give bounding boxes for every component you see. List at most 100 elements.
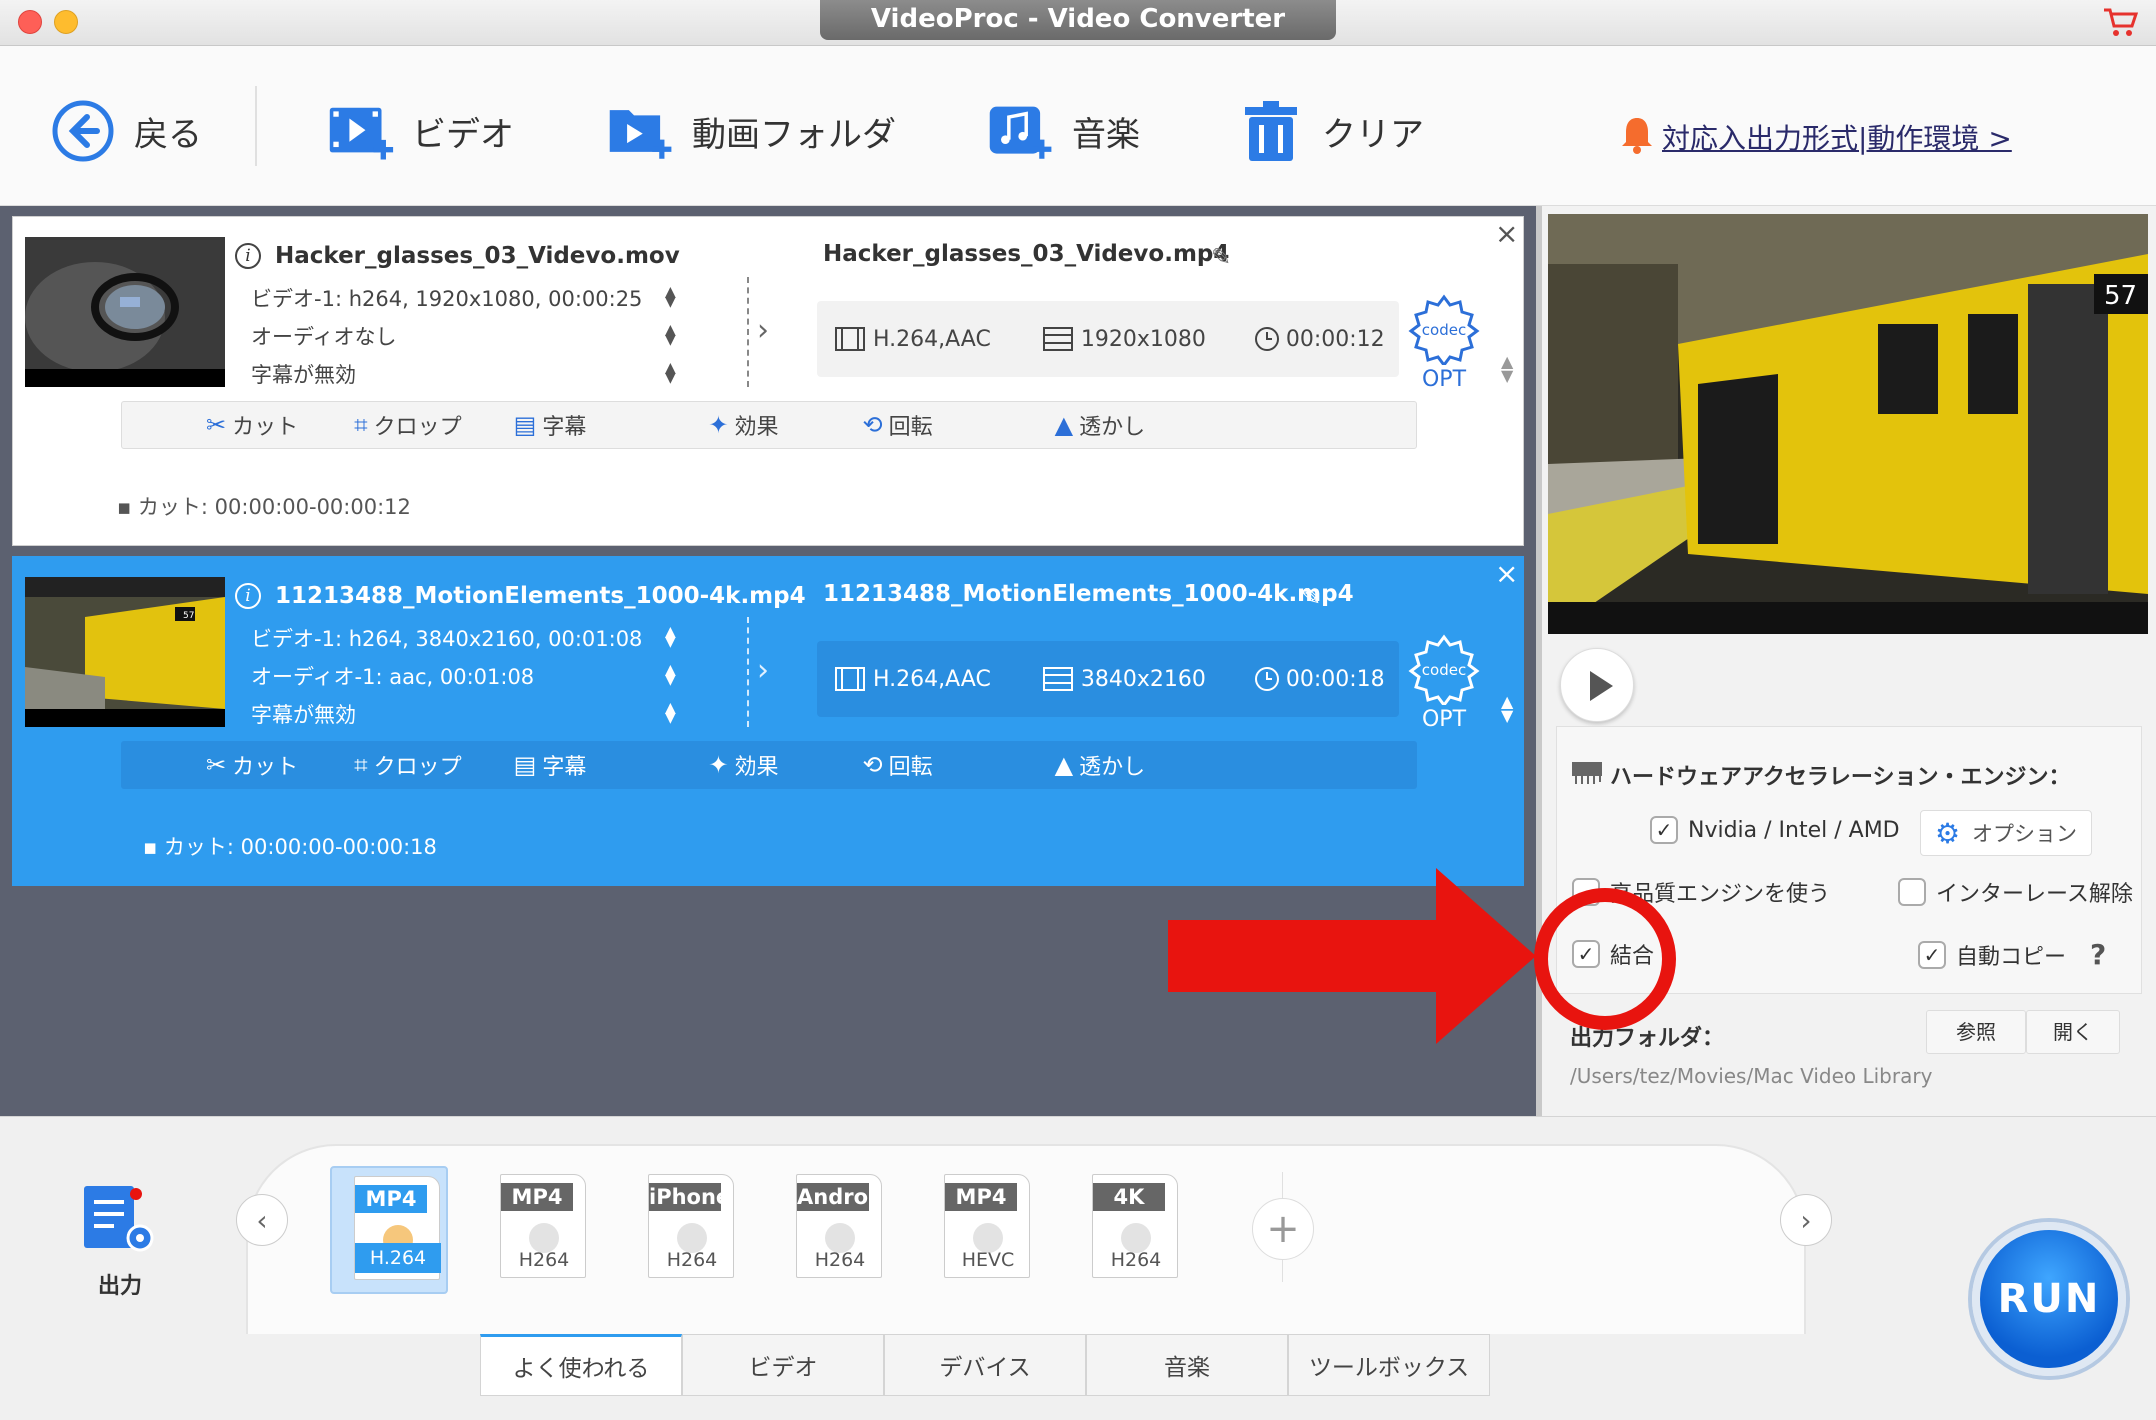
add-video-icon xyxy=(328,98,394,164)
format-item[interactable]: Android H264 xyxy=(774,1166,892,1294)
reorder-arrows[interactable]: ▲ ▼ xyxy=(1501,694,1513,724)
codec-option-button[interactable]: codec OPT xyxy=(1405,633,1483,743)
play-button[interactable] xyxy=(1560,648,1634,722)
prev-format-button[interactable]: ‹ xyxy=(236,1194,288,1246)
audio-track[interactable]: オーディオ-1: aac, 00:01:08 xyxy=(251,661,534,691)
run-button[interactable]: RUN xyxy=(1972,1222,2126,1376)
subtitle-track[interactable]: 字幕が無効 xyxy=(251,699,356,729)
audio-track-stepper[interactable]: ▲ ▼ xyxy=(665,663,676,687)
autocopy-checkbox[interactable]: ✓ 自動コピー ? xyxy=(1918,938,2106,971)
add-music-button[interactable]: 音楽 xyxy=(988,96,1140,166)
deinterlace-checkbox[interactable]: インターレース解除 xyxy=(1898,876,2133,908)
output-label: 出力 xyxy=(97,1274,142,1299)
back-label: 戻る xyxy=(134,114,202,155)
crop-icon: ⌗ xyxy=(354,411,368,439)
rotate-icon: ⟲ xyxy=(862,411,883,439)
output-path: /Users/tez/Movies/Mac Video Library xyxy=(1570,1064,1933,1088)
help-icon[interactable]: ? xyxy=(2090,938,2106,971)
deinterlace-check[interactable] xyxy=(1898,878,1926,906)
video-track[interactable]: ビデオ-1: h264, 3840x2160, 00:01:08 xyxy=(251,623,642,653)
open-folder-button[interactable]: 開く xyxy=(2026,1010,2120,1054)
cut-button[interactable]: ✂ カット xyxy=(206,409,298,441)
format-doc-icon: 4K H264 xyxy=(1092,1174,1178,1278)
audio-track[interactable]: オーディオなし xyxy=(251,321,397,351)
info-icon[interactable]: i xyxy=(235,583,261,609)
reorder-arrows[interactable]: ▲ ▼ xyxy=(1501,354,1513,384)
audio-track-stepper[interactable]: ▲ ▼ xyxy=(665,323,676,347)
subtitle-button[interactable]: ▤ 字幕 xyxy=(514,409,587,441)
tab-toolbox[interactable]: ツールボックス xyxy=(1288,1334,1490,1396)
remove-file-button[interactable]: × xyxy=(1495,557,1518,590)
video-track[interactable]: ビデオ-1: h264, 1920x1080, 00:00:25 xyxy=(251,283,642,313)
stamp-icon: ▲ xyxy=(1054,411,1074,439)
next-format-button[interactable]: › xyxy=(1780,1194,1832,1246)
video-thumbnail xyxy=(25,237,225,387)
trash-icon xyxy=(1238,98,1304,164)
watermark-button[interactable]: ▲ 透かし xyxy=(1055,749,1145,781)
svg-text:codec: codec xyxy=(1422,661,1466,679)
effect-button[interactable]: ✦ 効果 xyxy=(708,749,778,781)
browse-button[interactable]: 参照 xyxy=(1926,1010,2026,1054)
crop-button[interactable]: ⌗ クロップ xyxy=(354,749,462,781)
minimize-window-button[interactable] xyxy=(54,10,78,34)
gpu-check[interactable]: ✓ xyxy=(1650,816,1678,844)
option-button[interactable]: ⚙ オプション xyxy=(1920,810,2092,856)
cut-button[interactable]: ✂ カット xyxy=(206,749,298,781)
rename-pencil-icon[interactable]: ✎ xyxy=(1301,583,1321,611)
video-track-stepper[interactable]: ▲ ▼ xyxy=(665,625,676,649)
format-item[interactable]: iPhone H264 xyxy=(626,1166,744,1294)
rotate-button[interactable]: ⟲ 回転 xyxy=(862,409,932,441)
subtitle-track[interactable]: 字幕が無効 xyxy=(251,359,356,389)
remove-file-button[interactable]: × xyxy=(1495,217,1518,250)
crop-label: クロップ xyxy=(373,415,462,440)
video-track-stepper[interactable]: ▲ ▼ xyxy=(665,285,676,309)
autocopy-check[interactable]: ✓ xyxy=(1918,940,1946,969)
subtitle-stepper[interactable]: ▲ ▼ xyxy=(665,701,676,725)
subtitle-button[interactable]: ▤ 字幕 xyxy=(514,749,587,781)
title-bar: VideoProc - Video Converter xyxy=(0,0,2156,46)
file-card-selected[interactable]: 57 i 11213488_MotionElements_1000-4k.mp4… xyxy=(12,556,1524,886)
output-button[interactable]: 出力 xyxy=(80,1180,160,1300)
effect-button[interactable]: ✦ 効果 xyxy=(708,409,778,441)
rotate-icon: ⟲ xyxy=(862,751,883,779)
codec-gear-icon: codec xyxy=(1408,294,1480,368)
gpu-checkbox[interactable]: ✓ Nvidia / Intel / AMD xyxy=(1650,816,1900,844)
film-icon xyxy=(835,327,865,351)
tab-device[interactable]: デバイス xyxy=(884,1334,1086,1396)
rename-pencil-icon[interactable]: ✎ xyxy=(1211,243,1231,271)
clear-button[interactable]: クリア xyxy=(1238,96,1424,166)
add-folder-button[interactable]: 動画フォルダ xyxy=(608,96,896,166)
autocopy-label: 自動コピー xyxy=(1956,944,2067,970)
format-doc-icon: iPhone H264 xyxy=(648,1174,734,1278)
supported-formats-link[interactable]: 対応入出力形式|動作環境 > xyxy=(1620,112,2012,162)
add-video-button[interactable]: ビデオ xyxy=(328,96,514,166)
watermark-button[interactable]: ▲ 透かし xyxy=(1055,409,1145,441)
format-item[interactable]: MP4 H.264 xyxy=(330,1166,448,1294)
rotate-button[interactable]: ⟲ 回転 xyxy=(862,749,932,781)
subtitle-stepper[interactable]: ▲ ▼ xyxy=(665,361,676,385)
close-window-button[interactable] xyxy=(18,10,42,34)
annotation-circle xyxy=(1534,888,1676,1030)
crop-button[interactable]: ⌗ クロップ xyxy=(354,409,462,441)
info-icon[interactable]: i xyxy=(235,243,261,269)
subtitle-label: 字幕 xyxy=(542,755,587,780)
back-button[interactable]: 戻る xyxy=(50,96,202,166)
magic-wand-icon: ✦ xyxy=(708,751,729,779)
add-format-button[interactable]: + xyxy=(1252,1198,1314,1260)
codec-option-button[interactable]: codec OPT xyxy=(1405,293,1483,403)
option-label: オプション xyxy=(1972,822,2078,846)
format-item[interactable]: MP4 HEVC xyxy=(922,1166,1040,1294)
format-item[interactable]: MP4 H264 xyxy=(478,1166,596,1294)
cart-icon[interactable] xyxy=(2100,6,2140,40)
format-sub: H264 xyxy=(518,1249,570,1271)
format-doc-icon: Android H264 xyxy=(796,1174,882,1278)
svg-text:57: 57 xyxy=(2104,281,2137,311)
resolution-icon xyxy=(1042,327,1073,351)
tab-popular[interactable]: よく使われる xyxy=(480,1334,682,1396)
scissors-icon: ✂ xyxy=(206,411,227,439)
file-card[interactable]: i Hacker_glasses_03_Videvo.mov ビデオ-1: h2… xyxy=(12,216,1524,546)
format-item[interactable]: 4K H264 xyxy=(1070,1166,1188,1294)
video-preview[interactable]: 57 xyxy=(1548,214,2148,634)
tab-video[interactable]: ビデオ xyxy=(682,1334,884,1396)
tab-music[interactable]: 音楽 xyxy=(1086,1334,1288,1396)
